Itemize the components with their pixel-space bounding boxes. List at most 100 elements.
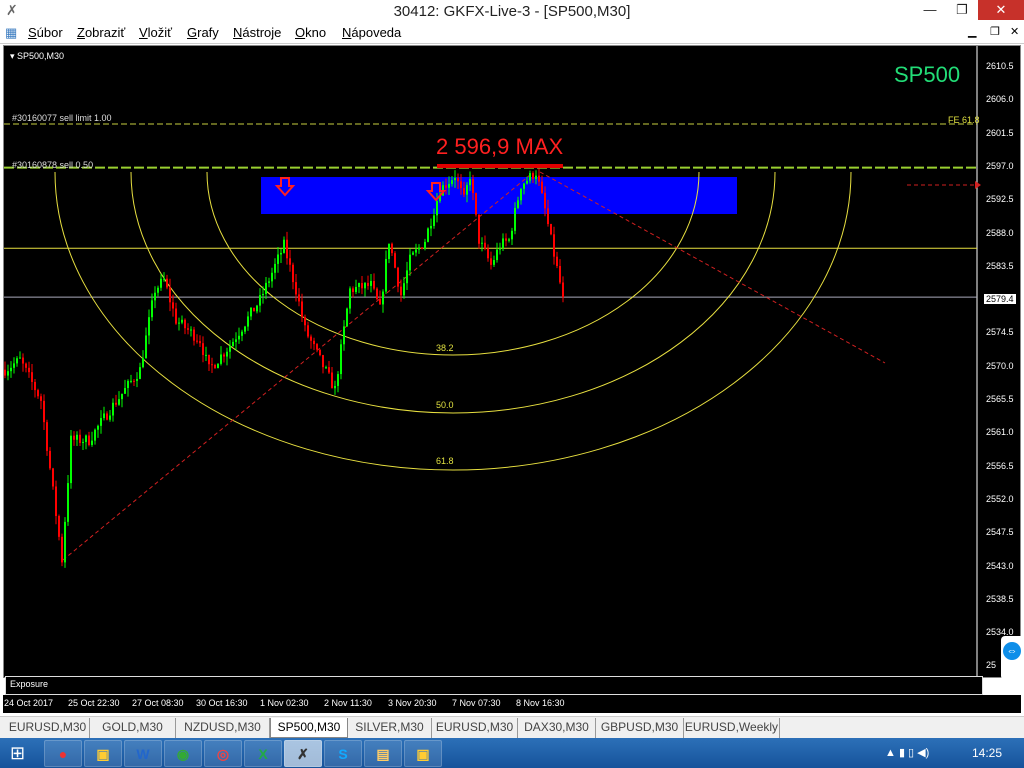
candle-body <box>466 185 468 195</box>
candle-body <box>91 440 93 445</box>
restore-button[interactable]: ❐ <box>947 0 977 20</box>
candle-body <box>508 239 510 241</box>
taskbar-app-app-1[interactable]: ▣ <box>84 740 122 767</box>
candle-body <box>292 264 294 283</box>
candle-body <box>418 247 420 250</box>
minimize-button[interactable]: — <box>915 0 945 20</box>
candle-body <box>493 260 495 265</box>
candle-body <box>190 329 192 331</box>
candle-body <box>364 282 366 289</box>
candle-body <box>22 357 24 364</box>
menu-okno[interactable]: Okno <box>295 25 326 40</box>
candle-body <box>58 516 60 537</box>
chart-tab[interactable]: NZDUSD,M30 <box>176 718 270 738</box>
chart-tab[interactable]: DAX30,M30 <box>518 718 596 738</box>
candle-body <box>445 185 447 188</box>
candle-body <box>115 402 117 405</box>
exposure-panel: Exposure <box>5 676 983 695</box>
menu-bar: ▦ Súbor Zobraziť Vložiť Grafy Nástroje O… <box>0 22 1024 44</box>
start-button[interactable]: ⊞ <box>10 744 30 762</box>
menu-grafy[interactable]: Grafy <box>187 25 219 40</box>
candle-body <box>544 192 546 209</box>
teamviewer-widget[interactable]: ⇔ <box>1001 636 1023 680</box>
menu-napoveda[interactable]: Nápoveda <box>342 25 401 40</box>
candle-body <box>367 282 369 286</box>
menu-zobrazit[interactable]: Zobraziť <box>77 25 125 40</box>
taskbar-app-skype[interactable]: S <box>324 740 362 767</box>
taskbar-app-app-9[interactable]: ▣ <box>404 740 442 767</box>
candle-body <box>79 434 81 443</box>
candle-body <box>40 396 42 401</box>
chart-tab[interactable]: EURUSD,Weekly <box>684 718 780 738</box>
candle-body <box>319 349 321 356</box>
child-restore-button[interactable]: ❐ <box>990 25 1000 38</box>
candle-body <box>421 247 423 249</box>
chart-tab[interactable]: GOLD,M30 <box>90 718 176 738</box>
candle-body <box>469 179 471 186</box>
candle-body <box>106 413 108 420</box>
candle-body <box>64 521 66 563</box>
candle-body <box>460 181 462 189</box>
candle-body <box>502 238 504 249</box>
candle-body <box>73 435 75 440</box>
candle-body <box>13 363 15 368</box>
price-tick: 2543.0 <box>986 560 1014 571</box>
taskbar-app-excel[interactable]: X <box>244 740 282 767</box>
candle-body <box>238 335 240 340</box>
close-button[interactable]: ✕ <box>978 0 1024 20</box>
candle-body <box>370 280 372 286</box>
price-tick: 2606.0 <box>986 94 1014 105</box>
candle-body <box>85 435 87 442</box>
candle-body <box>286 239 288 259</box>
candle-body <box>388 243 390 259</box>
candle-body <box>52 468 54 487</box>
candle-body <box>109 415 111 420</box>
candle-body <box>253 307 255 312</box>
chart-tab[interactable]: SILVER,M30 <box>348 718 432 738</box>
chart-tab[interactable]: SP500,M30 <box>270 718 348 738</box>
candle-body <box>406 270 408 284</box>
candle-body <box>436 201 438 216</box>
candle-body <box>427 228 429 242</box>
taskbar-app-app-dots[interactable]: ● <box>44 740 82 767</box>
menu-vlozit[interactable]: Vložiť <box>139 25 172 40</box>
candle-body <box>541 181 543 193</box>
price-tick: 2574.5 <box>986 327 1014 338</box>
candle-body <box>121 393 123 400</box>
taskbar-app-explorer[interactable]: ▤ <box>364 740 402 767</box>
menu-subor[interactable]: Súbor <box>28 25 63 40</box>
child-close-button[interactable]: ✕ <box>1010 25 1019 38</box>
candle-body <box>553 234 555 257</box>
taskbar-app-app-3[interactable]: ◉ <box>164 740 202 767</box>
taskbar-app-word[interactable]: W <box>124 740 162 767</box>
child-minimize-button[interactable]: ▁ <box>968 25 976 38</box>
candle-body <box>361 283 363 289</box>
taskbar-app-metatrader[interactable]: ✗ <box>284 740 322 767</box>
chart-tab[interactable]: EURUSD,M30 <box>432 718 518 738</box>
clock[interactable]: 14:25 <box>972 746 1002 760</box>
time-tick: 25 Oct 22:30 <box>68 698 120 708</box>
candle-body <box>76 434 78 440</box>
candle-body <box>457 177 459 182</box>
candle-body <box>28 367 30 373</box>
price-tick: 2610.5 <box>986 61 1014 71</box>
candle-body <box>481 242 483 244</box>
candle-body <box>250 307 252 317</box>
candle-body <box>103 413 105 419</box>
chart-tab[interactable]: EURUSD,M30 <box>6 718 90 738</box>
candle-body <box>133 380 135 382</box>
window-title: 30412: GKFX-Live-3 - [SP500,M30] <box>393 3 631 20</box>
tray-icons[interactable]: ▲ ▮ ▯ ◀) <box>885 746 929 759</box>
price-tick: 2579.4 <box>984 294 1016 305</box>
taskbar-app-chrome[interactable]: ◎ <box>204 740 242 767</box>
candle-body <box>397 267 399 287</box>
chart-window[interactable]: ▾ SP500,M30 SP500 2 596,9 MAX #30160077 … <box>3 45 1023 680</box>
menu-nastroje[interactable]: Nástroje <box>233 25 281 40</box>
candle-body <box>220 354 222 364</box>
candle-body <box>277 254 279 264</box>
price-tick: 2583.5 <box>986 260 1014 271</box>
taskbar: ⊞ ● ▣ W ◉ ◎ X ✗ S ▤ ▣ ▲ ▮ ▯ ◀) 14:25 <box>0 738 1024 768</box>
chart-tab[interactable]: GBPUSD,M30 <box>596 718 684 738</box>
order-label: #30160077 sell limit 1.00 <box>12 113 112 123</box>
candle-body <box>4 369 6 376</box>
